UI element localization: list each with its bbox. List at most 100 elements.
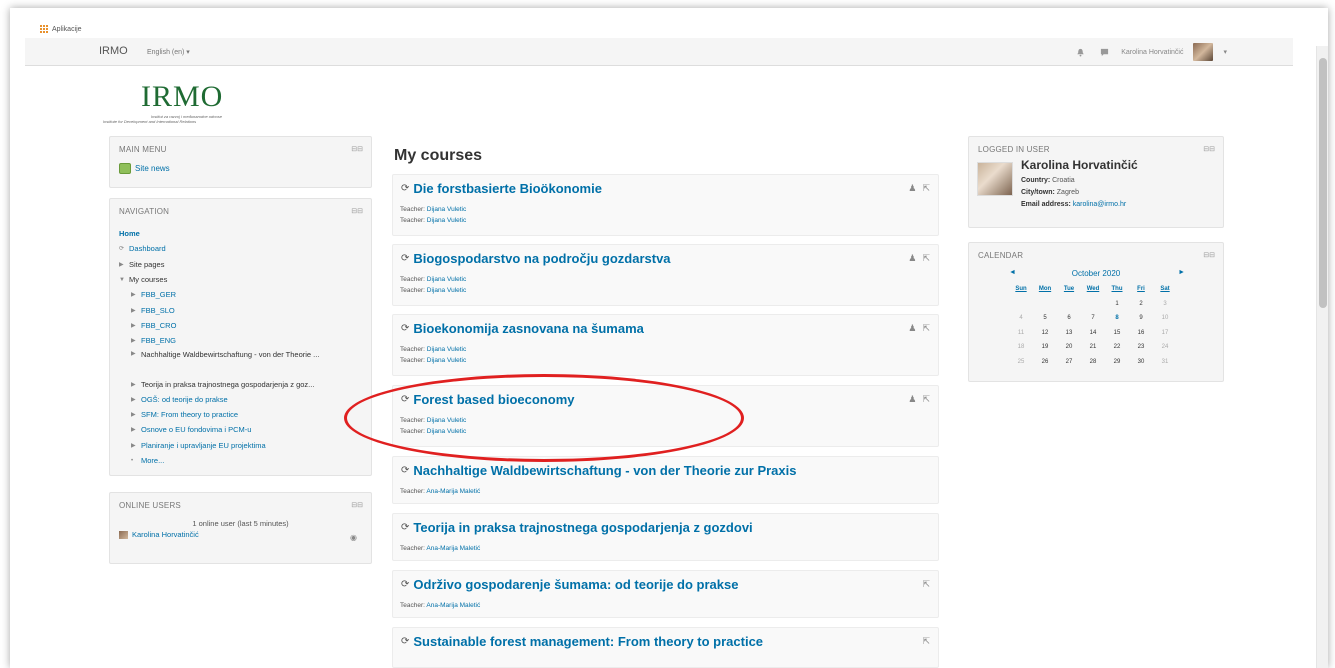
- calendar-day[interactable]: 23: [1129, 343, 1153, 351]
- course-link[interactable]: ⟳ Sustainable forest management: From the…: [401, 634, 763, 649]
- calendar-day[interactable]: 29: [1105, 358, 1129, 366]
- online-users-block: ONLINE USERS ⊟⊟ 1 online user (last 5 mi…: [109, 492, 372, 564]
- navbar-user-area: Karolina Horvatinčić ▾: [1073, 43, 1227, 61]
- course-link[interactable]: ⟳ Biogospodarstvo na področju gozdarstva: [401, 251, 671, 266]
- calendar-day[interactable]: 18: [1009, 343, 1033, 351]
- navbar-user-name[interactable]: Karolina Horvatinčić: [1121, 49, 1183, 56]
- calendar-day[interactable]: 19: [1033, 343, 1057, 351]
- calendar-day[interactable]: 30: [1129, 358, 1153, 366]
- expand-icon: ▶: [119, 261, 124, 268]
- course-enter-icon[interactable]: ⇱: [922, 323, 930, 334]
- course-link[interactable]: ⟳ Teorija in praksa trajnostnega gospodar…: [401, 520, 753, 535]
- calendar-block: CALENDAR ⊟⊟ ◄ October 2020 ► Sun Mon Tue We…: [968, 242, 1224, 382]
- logged-user-name[interactable]: Karolina Horvatinčić: [1021, 158, 1138, 172]
- calendar-day[interactable]: 5: [1033, 314, 1057, 322]
- block-dock-icon[interactable]: ⊟⊟: [1203, 251, 1215, 259]
- page-scrollbar[interactable]: [1316, 46, 1328, 668]
- calendar-day[interactable]: 13: [1057, 329, 1081, 337]
- nav-course-item[interactable]: ▶ Nachhaltige Waldbewirtschaftung - von d…: [119, 348, 369, 376]
- calendar-day[interactable]: 16: [1129, 329, 1153, 337]
- calendar-day[interactable]: 2: [1129, 300, 1153, 308]
- calendar-day[interactable]: 21: [1081, 343, 1105, 351]
- user-menu-caret[interactable]: ▾: [1223, 48, 1227, 56]
- calendar-day[interactable]: 17: [1153, 329, 1177, 337]
- course-users-icon[interactable]: ♟: [908, 394, 916, 405]
- nav-more-link[interactable]: • More...: [119, 453, 369, 468]
- calendar-day[interactable]: 28: [1081, 358, 1105, 366]
- weekday-header: Mon: [1038, 286, 1052, 292]
- calendar-day[interactable]: 25: [1009, 358, 1033, 366]
- calendar-day[interactable]: 31: [1153, 358, 1177, 366]
- block-dock-icon[interactable]: ⊟⊟: [1203, 145, 1215, 153]
- course-enter-icon[interactable]: ⇱: [922, 636, 930, 647]
- apps-bookmark[interactable]: Aplikacije: [40, 25, 82, 33]
- nav-course-item[interactable]: ▶ FBB_CRO: [119, 318, 369, 333]
- nav-course-item[interactable]: ▶ Osnove o EU fondovima i PCM-u: [119, 422, 369, 437]
- course-card: ⟳ Održivo gospodarenje šumama: od teorije…: [392, 570, 939, 618]
- site-logo[interactable]: IRMO Institut za razvoj i međunarodne od…: [103, 80, 263, 124]
- calendar-day: [1033, 300, 1057, 308]
- calendar-day[interactable]: 3: [1153, 300, 1177, 308]
- nav-course-item[interactable]: ▶ FBB_ENG: [119, 333, 369, 348]
- calendar-day[interactable]: 10: [1153, 314, 1177, 322]
- course-enter-icon[interactable]: ⇱: [922, 579, 930, 590]
- calendar-day[interactable]: 1: [1105, 300, 1129, 308]
- nav-course-item[interactable]: ▶ FBB_GER: [119, 287, 369, 302]
- navbar-brand[interactable]: IRMO: [99, 45, 128, 57]
- scrollbar-thumb[interactable]: [1319, 58, 1327, 308]
- next-month-arrow[interactable]: ►: [1178, 269, 1185, 276]
- messages-icon[interactable]: [1097, 45, 1111, 59]
- course-link[interactable]: ⟳ Bioekonomija zasnovana na šumama: [401, 321, 644, 336]
- notifications-icon[interactable]: [1073, 45, 1087, 59]
- calendar-day[interactable]: 11: [1009, 329, 1033, 337]
- block-dock-icon[interactable]: ⊟⊟: [351, 501, 363, 509]
- user-avatar[interactable]: [1193, 43, 1214, 61]
- nav-course-item[interactable]: ▶ OGŠ: od teorije do prakse: [119, 392, 369, 407]
- eye-icon[interactable]: ◉: [350, 533, 357, 542]
- course-users-icon[interactable]: ♟: [908, 253, 916, 264]
- block-dock-icon[interactable]: ⊟⊟: [351, 145, 363, 153]
- nav-site-pages[interactable]: ▶ Site pages: [119, 257, 369, 272]
- nav-course-item[interactable]: ▶ FBB_SLO: [119, 302, 369, 317]
- course-enter-icon[interactable]: ⇱: [922, 183, 930, 194]
- calendar-day[interactable]: 6: [1057, 314, 1081, 322]
- nav-course-item[interactable]: ▶ Planiranje i upravljanje EU projektima: [119, 438, 369, 453]
- course-link[interactable]: ⟳ Nachhaltige Waldbewirtschaftung - von d…: [401, 463, 796, 478]
- weekday-header: Wed: [1086, 286, 1100, 292]
- calendar-day[interactable]: 9: [1129, 314, 1153, 322]
- block-dock-icon[interactable]: ⊟⊟: [351, 207, 363, 215]
- course-users-icon[interactable]: ♟: [908, 183, 916, 194]
- calendar-day[interactable]: 8: [1105, 314, 1129, 322]
- online-summary: 1 online user (last 5 minutes): [192, 519, 289, 528]
- calendar-day[interactable]: 20: [1057, 343, 1081, 351]
- course-link[interactable]: ⟳ Die forstbasierte Bioökonomie: [401, 181, 602, 196]
- nav-my-courses[interactable]: ▼ My courses: [119, 272, 369, 287]
- nav-home[interactable]: Home: [119, 226, 369, 241]
- calendar-day[interactable]: 27: [1057, 358, 1081, 366]
- calendar-day[interactable]: 12: [1033, 329, 1057, 337]
- red-highlight-ellipse: [344, 374, 744, 462]
- calendar-day[interactable]: 26: [1033, 358, 1057, 366]
- calendar-day[interactable]: 4: [1009, 314, 1033, 322]
- course-users-icon[interactable]: ♟: [908, 323, 916, 334]
- site-news-link[interactable]: Site news: [119, 163, 170, 174]
- nav-course-item[interactable]: ▶ Teorija in praksa trajnostnega gospodar…: [119, 376, 369, 391]
- avatar[interactable]: [977, 162, 1013, 196]
- course-enter-icon[interactable]: ⇱: [922, 253, 930, 264]
- online-user-link[interactable]: Karolina Horvatinčić: [119, 530, 199, 539]
- course-icon: ⟳: [401, 253, 410, 264]
- nav-dashboard[interactable]: ⟳ Dashboard: [119, 241, 369, 256]
- nav-course-item[interactable]: ▶ SFM: From theory to practice: [119, 407, 369, 422]
- logged-in-user-block: LOGGED IN USER ⊟⊟ Karolina Horvatinčić C…: [968, 136, 1224, 228]
- calendar-day[interactable]: 14: [1081, 329, 1105, 337]
- news-icon: [119, 163, 131, 174]
- calendar-day[interactable]: 15: [1105, 329, 1129, 337]
- calendar-day[interactable]: 22: [1105, 343, 1129, 351]
- collapse-icon: ▼: [119, 276, 125, 283]
- calendar-day[interactable]: 7: [1081, 314, 1105, 322]
- course-teacher: Teacher: Dijana Vuletic: [400, 357, 467, 364]
- language-menu[interactable]: English (en) ▾: [147, 48, 190, 56]
- course-link[interactable]: ⟳ Održivo gospodarenje šumama: od teorije…: [401, 577, 738, 592]
- course-enter-icon[interactable]: ⇱: [922, 394, 930, 405]
- calendar-day[interactable]: 24: [1153, 343, 1177, 351]
